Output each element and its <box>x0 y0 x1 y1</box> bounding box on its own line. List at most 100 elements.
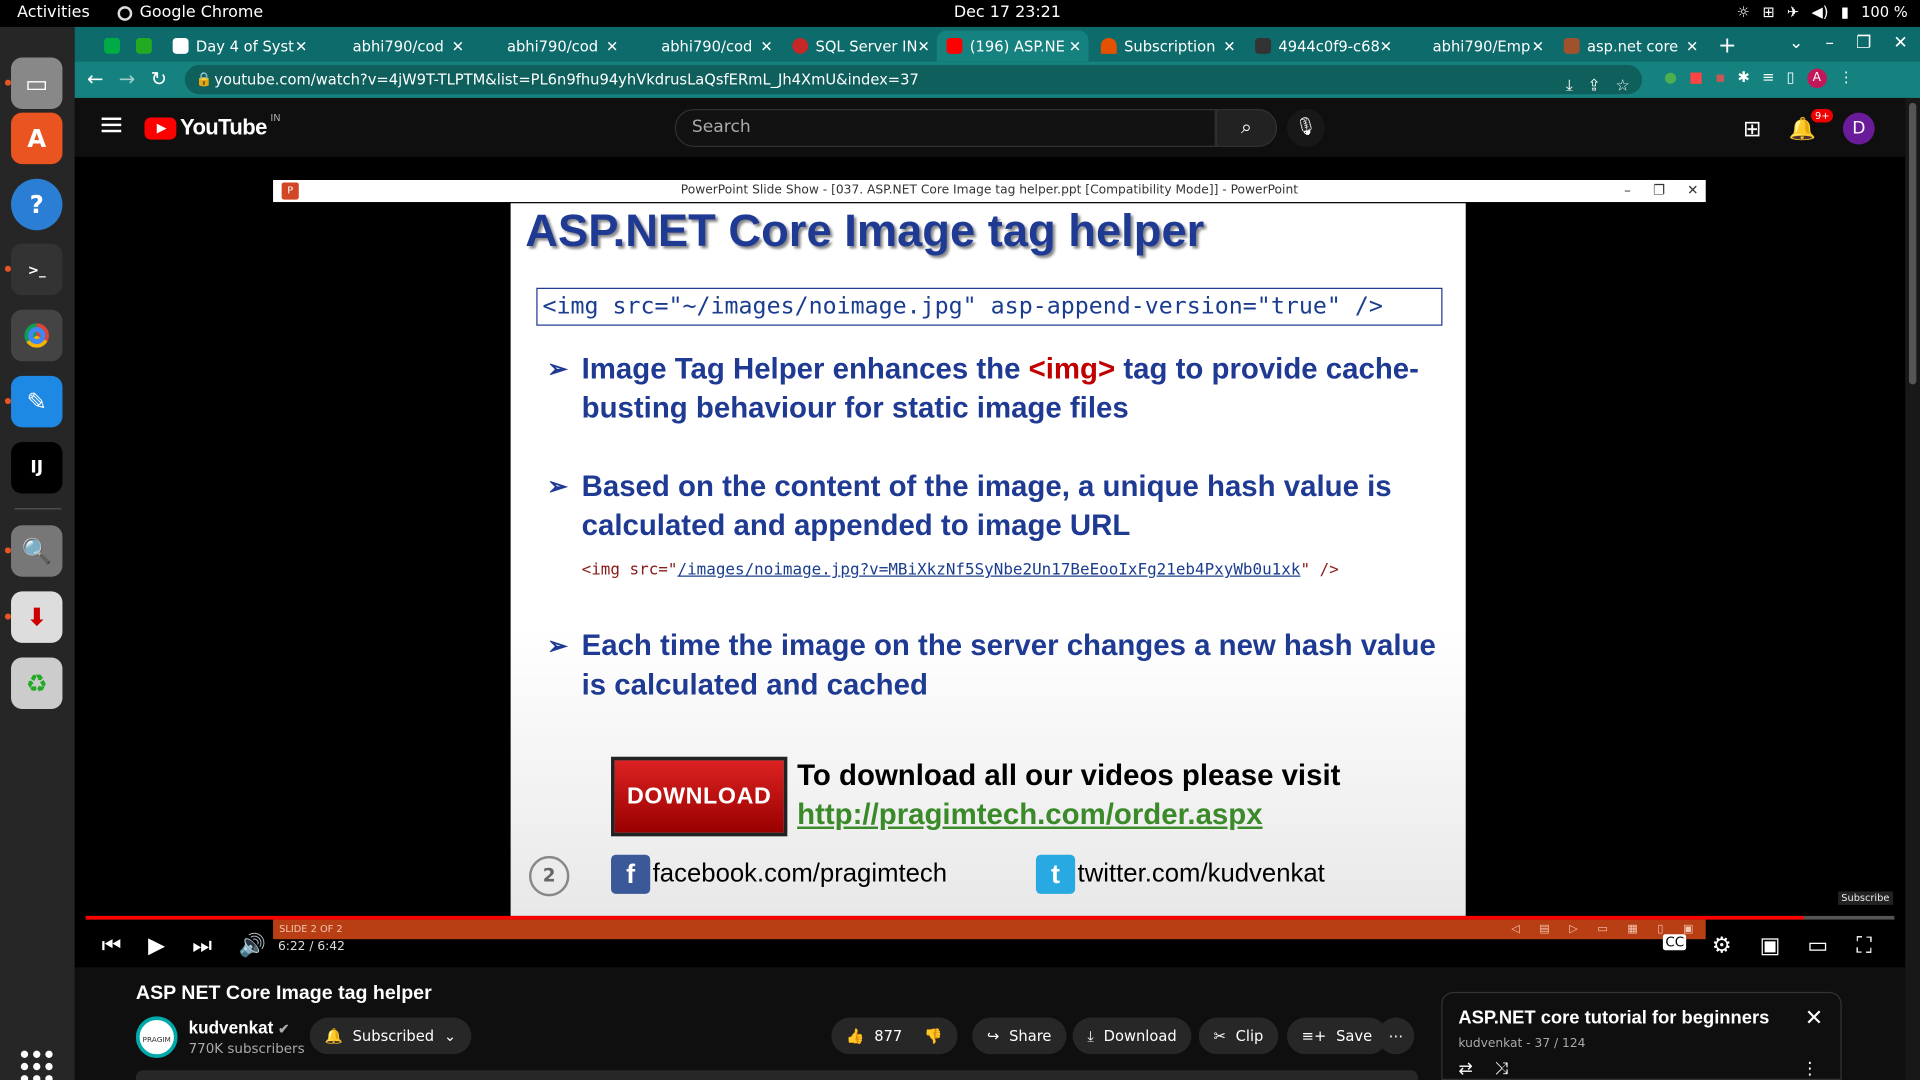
new-tab-button[interactable]: + <box>1708 31 1745 62</box>
playlist-title[interactable]: ASP.NET core tutorial for beginners <box>1458 1008 1769 1029</box>
close-icon[interactable]: ✕ <box>452 37 472 54</box>
restore-icon[interactable]: ❐ <box>1856 33 1871 53</box>
tab-pinned-1[interactable] <box>94 31 121 62</box>
thumbs-down-icon[interactable]: 👎 <box>924 1027 942 1044</box>
reload-icon[interactable]: ↻ <box>151 67 167 90</box>
extension-icon[interactable]: ▪ <box>1715 69 1725 89</box>
volume-icon[interactable]: 🔊 <box>239 933 266 959</box>
save-button[interactable]: ≡+ Save <box>1286 1017 1387 1055</box>
notification-badge: 9+ <box>1811 108 1834 122</box>
tab-search-icon[interactable]: ⌄ <box>1789 33 1803 53</box>
tab-pinned-2[interactable] <box>126 31 153 62</box>
chrome-dock-icon[interactable] <box>11 309 63 362</box>
close-icon[interactable]: ✕ <box>1223 37 1243 54</box>
share-button[interactable]: ↪ Share <box>972 1017 1067 1055</box>
shuffle-icon[interactable]: ⤨ <box>1495 1059 1509 1079</box>
profile-avatar[interactable]: A <box>1806 68 1827 89</box>
side-panel-icon[interactable]: ▯ <box>1787 69 1795 89</box>
tab-10[interactable]: asp.net core ✕ <box>1554 31 1706 62</box>
activities-button[interactable]: Activities <box>17 4 90 22</box>
voice-search-button[interactable]: 🎙 <box>1286 108 1325 147</box>
tab-8[interactable]: 4944c0f9-c68 ✕ <box>1245 31 1397 62</box>
terminal-icon[interactable]: >_ <box>11 243 63 296</box>
more-icon[interactable]: ⋮ <box>1801 1059 1818 1079</box>
battery-icon: ▮ <box>1840 3 1849 21</box>
address-bar[interactable]: 🔒 youtube.com/watch?v=4jW9T-TLPTM&list=P… <box>184 64 1643 96</box>
search-button[interactable]: ⌕ <box>1215 108 1278 147</box>
trash-icon[interactable]: ♻ <box>11 657 63 709</box>
clip-button[interactable]: ✂ Clip <box>1198 1017 1279 1055</box>
subscribe-watermark[interactable]: Subscribe <box>1837 891 1894 905</box>
bullet-1: ➢ Image Tag Helper enhances the <img> ta… <box>547 350 1441 436</box>
running-indicator <box>4 265 12 272</box>
more-actions-button[interactable]: ⋯ <box>1377 1017 1415 1055</box>
subscribed-button[interactable]: 🔔 Subscribed ⌄ <box>309 1017 471 1055</box>
close-icon[interactable]: ✕ <box>1069 37 1089 54</box>
close-icon[interactable]: ✕ <box>1686 37 1706 54</box>
captions-icon[interactable]: CC <box>1662 934 1687 951</box>
page-scrollbar[interactable] <box>1905 97 1920 1080</box>
dock-separator <box>14 508 62 510</box>
play-icon[interactable]: ▶ <box>148 933 165 959</box>
software-center-icon[interactable]: A <box>11 112 63 165</box>
text-editor-icon[interactable]: ✎ <box>11 375 63 428</box>
lock-icon[interactable]: 🔒 <box>196 65 213 94</box>
tab-label: SQL Server IN <box>815 37 918 55</box>
tab-4[interactable]: abhi790/cod ✕ <box>628 31 780 62</box>
scrollbar-thumb[interactable] <box>1908 102 1917 385</box>
youtube-logo[interactable]: YouTube IN <box>144 113 281 141</box>
clock[interactable]: Dec 17 23:21 <box>954 4 1061 22</box>
close-icon[interactable]: ✕ <box>917 37 934 54</box>
loop-icon[interactable]: ⇄ <box>1458 1059 1472 1079</box>
tab-9[interactable]: abhi790/Emp ✕ <box>1400 31 1552 62</box>
extension-icon[interactable]: ● <box>1664 69 1677 89</box>
close-icon[interactable]: ✕ <box>295 37 315 54</box>
download-manager-icon[interactable]: ⬇ <box>11 591 63 643</box>
search-input[interactable]: Search <box>674 108 1216 147</box>
tab-1[interactable]: Day 4 of Syst ✕ <box>163 31 315 62</box>
close-icon[interactable]: ✕ <box>1532 37 1552 54</box>
puzzle-icon[interactable]: ✱ <box>1738 69 1750 89</box>
close-window-icon[interactable]: ✕ <box>1893 33 1907 53</box>
screenshot-icon[interactable]: 🔍 <box>11 525 63 577</box>
system-tray[interactable]: ☼ ⊞ ✈ ◀) ▮ 100 % <box>1737 4 1908 21</box>
channel-avatar[interactable]: PRAGIM <box>135 1016 178 1058</box>
tab-5[interactable]: SQL Server IN ✕ <box>782 31 934 62</box>
download-button[interactable]: ⤓ Download <box>1072 1017 1192 1055</box>
files-icon[interactable]: ▭ <box>11 57 63 109</box>
like-button[interactable]: 👍 877 👎 <box>831 1017 958 1055</box>
tab-2[interactable]: abhi790/cod ✕ <box>320 31 472 62</box>
show-apps-icon[interactable] <box>20 1050 53 1080</box>
forward-icon[interactable]: → <box>119 67 135 90</box>
miniplayer-icon[interactable]: ▣ <box>1760 933 1781 959</box>
extension-icon[interactable]: ■ <box>1689 69 1703 89</box>
channel-name[interactable]: kudvenkat ✔ <box>189 1018 290 1038</box>
tab-strip: Day 4 of Syst ✕ abhi790/cod ✕ abhi790/cod ✕… <box>74 26 1920 62</box>
close-icon[interactable]: ✕ <box>1805 1005 1823 1031</box>
account-avatar[interactable]: D <box>1842 112 1875 145</box>
menu-icon[interactable]: ⋮ <box>1839 69 1854 89</box>
close-icon[interactable]: ✕ <box>1380 37 1397 54</box>
video-player[interactable]: P PowerPoint Slide Show - [037. ASP.NET … <box>74 156 1906 968</box>
close-icon[interactable]: ✕ <box>760 37 780 54</box>
notifications-button[interactable]: 🔔 9+ <box>1788 108 1834 141</box>
settings-gear-icon[interactable]: ⚙ <box>1712 933 1732 959</box>
fullscreen-icon[interactable]: ⛶ <box>1856 933 1871 959</box>
reading-list-icon[interactable]: ≡ <box>1762 69 1774 89</box>
back-icon[interactable]: ← <box>87 67 103 90</box>
tab-6-active[interactable]: (196) ASP.NE ✕ <box>936 30 1089 62</box>
minimize-icon[interactable]: – <box>1825 33 1834 53</box>
tab-7[interactable]: Subscription ✕ <box>1091 31 1243 62</box>
close-icon[interactable]: ✕ <box>606 37 626 54</box>
menu-icon[interactable] <box>101 117 122 133</box>
intellij-icon[interactable]: IJ <box>11 442 63 494</box>
playlist-position: kudvenkat - 37 / 124 <box>1458 1037 1586 1051</box>
theater-mode-icon[interactable]: ▭ <box>1807 933 1828 959</box>
app-menu[interactable]: Google Chrome <box>117 4 263 22</box>
help-icon[interactable]: ? <box>11 178 63 231</box>
description-box[interactable] <box>135 1070 1418 1080</box>
next-icon[interactable]: ⏭ <box>192 933 212 959</box>
create-video-icon[interactable]: ⊞ <box>1743 116 1761 142</box>
previous-icon[interactable]: ⏮ <box>102 933 122 959</box>
tab-3[interactable]: abhi790/cod ✕ <box>474 31 626 62</box>
